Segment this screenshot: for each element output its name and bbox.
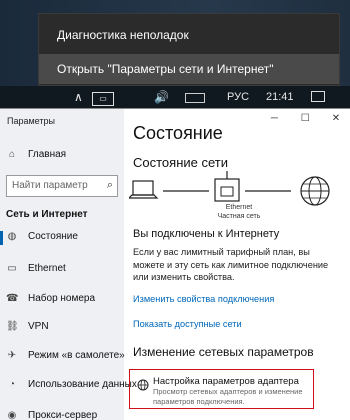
sidebar: Параметры ⌂ Главная Найти параметр ⌕ Сеть… <box>0 109 137 420</box>
sidebar-item-ethernet[interactable]: ▭ Ethernet <box>6 263 66 279</box>
show-available-networks-link[interactable]: Показать доступные сети <box>133 319 242 329</box>
notifications-icon[interactable] <box>311 91 325 102</box>
home-icon: ⌂ <box>8 149 16 160</box>
ethernet-caption: Ethernet Частная сеть <box>214 203 264 221</box>
network-icon[interactable]: ▭ <box>92 92 114 106</box>
sidebar-item-label: Использование данных <box>28 379 137 390</box>
sidebar-item-proxy[interactable]: ◉ Прокси-сервер <box>6 410 98 420</box>
volume-icon[interactable]: 🔊 <box>154 86 169 108</box>
adapter-options-title: Настройка параметров адаптера <box>153 376 299 387</box>
sidebar-item-label: Состояние <box>28 231 78 242</box>
sidebar-item-label: Ethernet <box>28 263 66 274</box>
adapter-options-item[interactable]: Настройка параметров адаптера Просмотр с… <box>129 369 314 409</box>
settings-window: Параметры ⌂ Главная Найти параметр ⌕ Сеть… <box>0 108 350 420</box>
data-usage-icon: ◔ <box>8 379 16 390</box>
close-icon[interactable]: ✕ <box>322 113 350 124</box>
menu-item-open-network-settings[interactable]: Открыть "Параметры сети и Интернет" <box>39 54 339 84</box>
ethernet-port-icon <box>214 171 240 202</box>
page-title: Состояние <box>133 123 223 143</box>
airplane-icon: ✈ <box>7 350 17 361</box>
sidebar-item-status[interactable]: ◍ Состояние <box>0 231 78 247</box>
sidebar-item-label: Набор номера <box>28 293 96 304</box>
ethernet-label: Ethernet <box>225 204 253 211</box>
globe-icon: ◍ <box>7 231 17 242</box>
adapter-options-description: Просмотр сетевых адаптеров и изменение п… <box>153 387 303 406</box>
proxy-icon: ◉ <box>7 410 17 420</box>
internet-globe-icon <box>300 176 330 206</box>
dialup-icon: ☎ <box>6 293 19 304</box>
nav-home-label: Главная <box>28 149 67 160</box>
sidebar-item-data-usage[interactable]: ◔ Использование данных <box>6 379 137 395</box>
nav-home[interactable]: ⌂ Главная <box>6 149 66 165</box>
sidebar-item-vpn[interactable]: ⛓ VPN <box>6 321 49 337</box>
show-hidden-icons-chevron-icon[interactable]: ∧ <box>74 86 83 108</box>
minimize-icon[interactable]: ─ <box>260 113 288 124</box>
adapter-icon <box>137 379 149 391</box>
taskbar: ∧ ▭ 🔊 РУС 21:41 <box>0 86 350 108</box>
sidebar-item-label: Режим «в самолете» <box>28 350 125 361</box>
search-icon: ⌕ <box>106 179 113 191</box>
sidebar-item-airplane[interactable]: ✈ Режим «в самолете» <box>6 350 125 366</box>
clock[interactable]: 21:41 <box>266 86 294 108</box>
language-indicator[interactable]: РУС <box>227 86 249 108</box>
maximize-icon[interactable]: ☐ <box>291 113 319 124</box>
connection-status-title: Вы подключены к Интернету <box>133 228 280 240</box>
window-title: Параметры <box>7 116 55 126</box>
connection-status-description: Если у вас лимитный тарифный план, вы мо… <box>133 247 329 282</box>
laptop-icon <box>129 180 159 199</box>
keyboard-icon[interactable] <box>185 93 205 103</box>
network-context-menu: Диагностика неполадок Открыть "Параметры… <box>38 13 340 86</box>
sidebar-item-label: VPN <box>28 321 49 332</box>
change-network-settings-heading: Изменение сетевых параметров <box>133 345 314 359</box>
sidebar-item-dialup[interactable]: ☎ Набор номера <box>6 293 95 309</box>
ethernet-icon: ▭ <box>7 263 17 274</box>
search-placeholder: Найти параметр <box>12 180 88 191</box>
search-input[interactable]: Найти параметр ⌕ <box>6 175 118 197</box>
section-title: Сеть и Интернет <box>6 209 88 220</box>
menu-item-troubleshoot[interactable]: Диагностика неполадок <box>39 20 339 50</box>
sidebar-item-label: Прокси-сервер <box>28 410 98 420</box>
window-controls: ─ ☐ ✕ <box>260 113 350 127</box>
change-connection-properties-link[interactable]: Изменить свойства подключения <box>133 294 274 304</box>
main-content: ─ ☐ ✕ Состояние Состояние сети Ethernet … <box>124 109 350 420</box>
network-status-heading: Состояние сети <box>133 155 228 170</box>
network-type-label: Частная сеть <box>217 213 261 220</box>
vpn-icon: ⛓ <box>6 321 19 332</box>
